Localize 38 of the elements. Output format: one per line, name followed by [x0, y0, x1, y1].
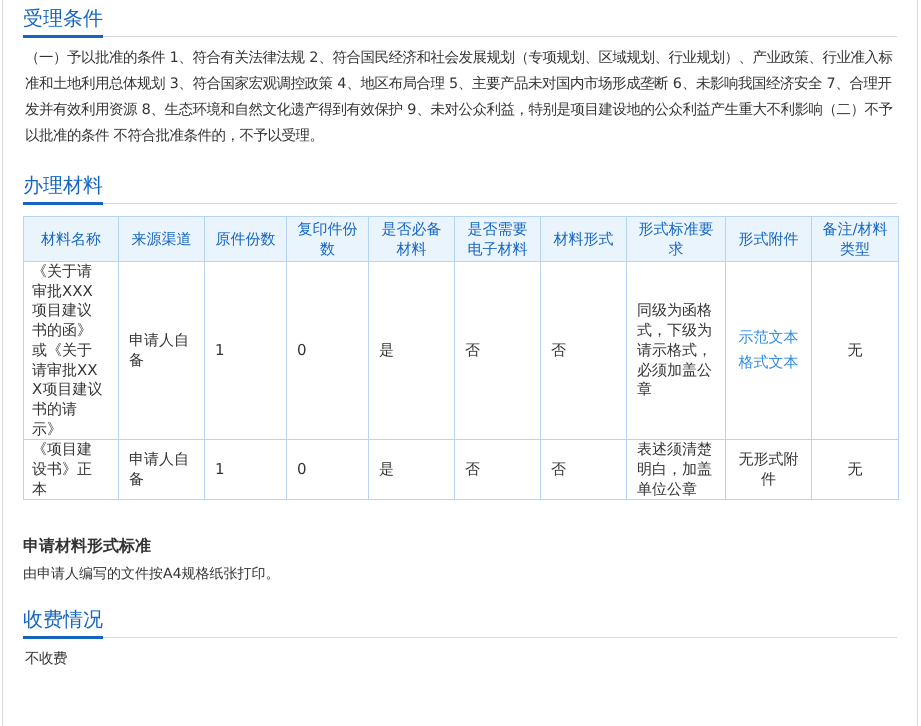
table-cell: 否 — [540, 262, 626, 440]
column-header: 是否必备材料 — [368, 216, 454, 262]
column-header: 形式附件 — [726, 216, 812, 262]
paragraph: 由申请人编写的文件按A4规格纸张打印。 — [23, 565, 280, 584]
table-cell: 《项目建设书》正本 — [24, 440, 118, 500]
table-cell: 0 — [286, 262, 368, 440]
table-cell: 无形式附件 — [726, 440, 812, 500]
table-cell: 是 — [368, 440, 454, 500]
table-cell: 1 — [204, 440, 286, 500]
table-cell: 否 — [454, 262, 540, 440]
table-cell: 《关于请审批XXX项目建议书的函》或《关于请审批XXX项目建议书的请示》 — [24, 262, 118, 440]
table-cell: 否 — [540, 440, 626, 500]
table-cell: 1 — [204, 262, 286, 440]
column-header: 来源渠道 — [118, 216, 204, 262]
table-cell: 0 — [286, 440, 368, 500]
column-header: 复印件份数 — [286, 216, 368, 262]
column-header: 备注/材料类型 — [812, 216, 898, 262]
attachment-link[interactable]: 示范文本 — [734, 328, 803, 348]
table-cell: 申请人自备 — [118, 262, 204, 440]
table-cell: 否 — [454, 440, 540, 500]
column-header: 材料形式 — [540, 216, 626, 262]
table-cell: 申请人自备 — [118, 440, 204, 500]
section-title: 办理材料 — [23, 171, 103, 205]
attachment-link[interactable]: 格式文本 — [734, 353, 803, 373]
subsection-heading: 申请材料形式标准 — [23, 536, 152, 558]
table-cell: 无 — [812, 440, 898, 500]
table-cell: 无 — [812, 262, 898, 440]
column-header: 原件份数 — [204, 216, 286, 262]
table-cell: 是 — [368, 262, 454, 440]
paragraph: 不收费 — [24, 650, 68, 670]
column-header: 形式标准要求 — [626, 216, 726, 262]
paragraph: （一）予以批准的条件 1、符合有关法律法规 2、符合国民经济和社会发展规划（专项规划、区域规划、行业规划）、产业政策、行业准入标准和土地利用总体规划 3、符合国家宏观调控政策 4、地区布局合理 5、主要产品未对国内市场形成垄断 6、未影响我国经济安全 7、合理开发并有效利用资源 8、生态环境和自然文化遗产得到有效保护 9、未对公众利益，特别是项目建设地的公众利益产生重大不利影响（二）不予以批准的条件 不符合批准条件的，不予以受理。 — [24, 48, 894, 146]
table-cell: 表述须清楚明白，加盖单位公章 — [626, 440, 726, 500]
column-header: 材料名称 — [24, 216, 118, 262]
table-cell: 同级为函格式，下级为请示格式，必须加盖公章 — [626, 262, 726, 440]
column-header: 是否需要电子材料 — [454, 216, 540, 262]
section-title: 收费情况 — [23, 605, 103, 640]
section-title: 受理条件 — [23, 4, 103, 38]
